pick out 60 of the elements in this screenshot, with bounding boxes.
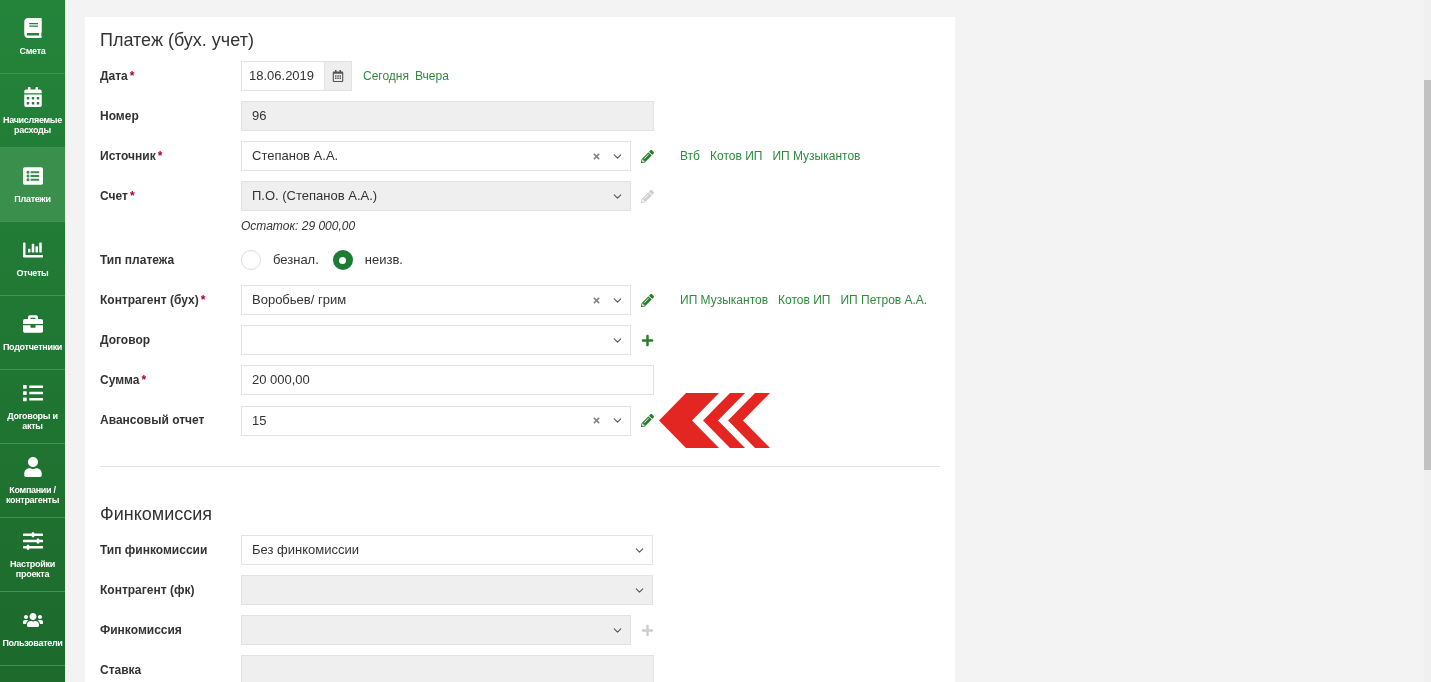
quick-link[interactable]: Втб [680, 147, 700, 165]
calendar-icon [22, 86, 43, 107]
sidebar-item[interactable]: Настройки проекта [0, 518, 65, 592]
required-asterisk: * [141, 372, 147, 389]
sidebar-item[interactable]: Отчеты [0, 222, 65, 296]
field-label: Договор [100, 332, 151, 349]
pencil-icon[interactable] [641, 149, 654, 163]
balance-note: Остаток: 29 000,00 [241, 218, 357, 235]
field-label: Сумма [100, 372, 140, 389]
section-title: Платеж (бух. учет) [100, 29, 255, 52]
select-field[interactable]: Воробьев/ грим [241, 285, 631, 315]
quick-link[interactable]: Котов ИП [778, 291, 831, 309]
radio-label: безнал. [273, 251, 319, 270]
radio-label: неизв. [364, 251, 403, 270]
field-label: Тип платежа [100, 252, 175, 269]
select-field[interactable]: 15 [241, 405, 631, 436]
quick-link[interactable]: Вчера [415, 67, 449, 85]
radio-button[interactable] [332, 250, 353, 270]
field-label: Номер [100, 108, 139, 125]
input-field[interactable]: 20 000,00 [241, 365, 654, 395]
quick-link[interactable]: Сегодня [363, 67, 409, 85]
sidebar-item[interactable]: Договоры и акты [0, 370, 65, 444]
pencil-icon[interactable] [641, 293, 654, 307]
select-field[interactable]: Без финкомиссии [241, 535, 653, 565]
sidebar-item[interactable]: Подотчетники [0, 296, 65, 370]
field-label: Контрагент (фк) [100, 582, 195, 599]
field-label: Финкомиссия [100, 622, 182, 639]
field-label: Счет [100, 188, 128, 205]
list-icon [22, 382, 43, 403]
field-label: Контрагент (бух) [100, 292, 199, 309]
quick-link[interactable]: ИП Петров А.А. [840, 291, 928, 309]
user-icon [22, 456, 43, 477]
field-label: Тип финкомиссии [100, 542, 208, 559]
section-title: Финкомиссия [100, 503, 213, 526]
plus-icon[interactable] [641, 333, 654, 347]
sidebar-item[interactable]: Пользователи [0, 592, 65, 666]
briefcase-icon [22, 313, 43, 334]
field-label: Ставка [100, 662, 142, 679]
clear-icon[interactable] [592, 416, 601, 425]
required-asterisk: * [129, 188, 135, 205]
pencil-icon[interactable] [641, 414, 654, 427]
sidebar-item[interactable]: Смета [0, 0, 65, 74]
required-asterisk: * [129, 68, 135, 85]
table-icon [22, 165, 43, 186]
clear-icon[interactable] [592, 295, 601, 305]
book-icon [22, 17, 43, 38]
field-label: Источник [100, 148, 156, 165]
quick-link[interactable]: Котов ИП [710, 147, 763, 165]
field-label: Авансовый отчет [100, 412, 205, 429]
select-field[interactable]: Степанов А.А. [241, 141, 631, 171]
field-label: Дата [100, 68, 128, 85]
clear-icon[interactable] [592, 151, 601, 161]
radio-button[interactable] [241, 250, 261, 270]
sidebar-item[interactable]: Компании / контрагенты [0, 444, 65, 518]
required-asterisk: * [157, 148, 163, 165]
sidebar-item[interactable]: Платежи [0, 148, 65, 222]
quick-link[interactable]: ИП Музыкантов [772, 147, 861, 165]
sliders-icon [22, 530, 43, 551]
required-asterisk: * [200, 292, 206, 309]
quick-link[interactable]: ИП Музыкантов [680, 291, 769, 309]
